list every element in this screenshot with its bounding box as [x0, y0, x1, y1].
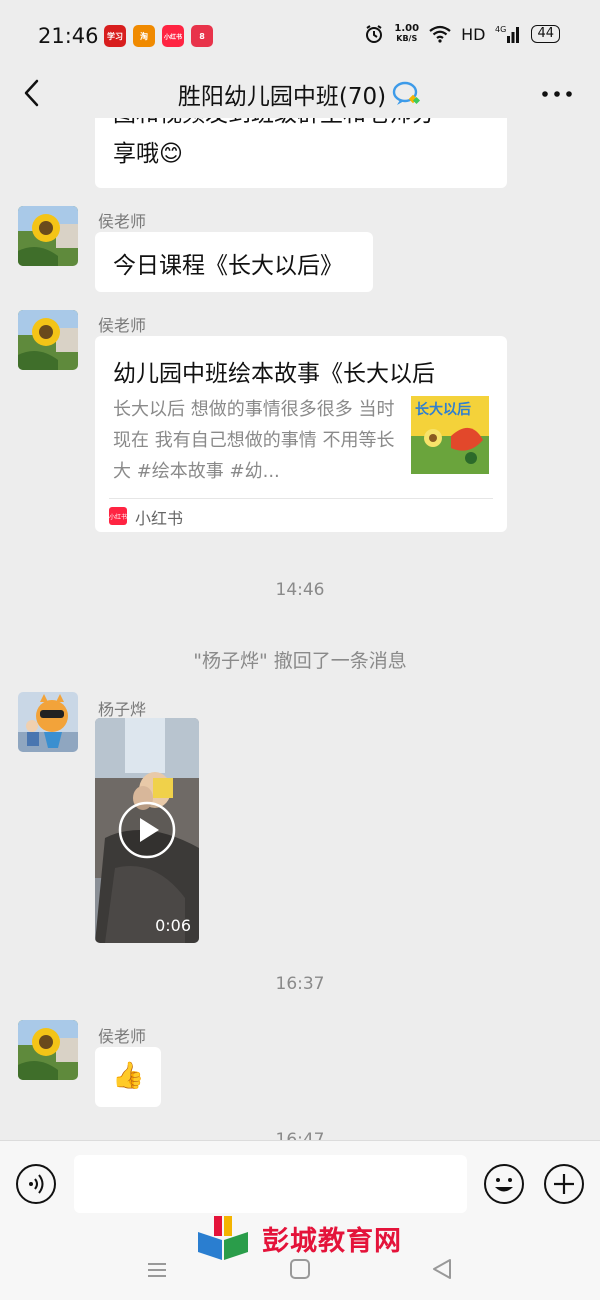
chat-title: 胜阳幼儿园中班(70) — [177, 84, 387, 110]
timestamp: 14:46 — [275, 580, 325, 600]
video-duration: 0:06 — [155, 916, 191, 935]
system-nav-bar — [0, 1249, 600, 1299]
hd-label: HD — [461, 24, 486, 44]
sender-name: 侯老师 — [98, 212, 147, 231]
play-icon[interactable] — [117, 800, 177, 860]
status-time: 21:46 — [38, 24, 99, 48]
message-text: 图和视频发到班级群里和老师分 — [113, 118, 435, 134]
svg-text:4G: 4G — [495, 25, 506, 34]
card-thumbnail: 长大以后 — [411, 396, 489, 474]
card-source: 小红书 — [135, 509, 184, 528]
emoji-button[interactable] — [484, 1164, 524, 1204]
xiaohongshu-app-icon: 小红书 — [162, 25, 184, 47]
alarm-icon — [366, 25, 383, 43]
avatar-sunflower[interactable] — [18, 310, 78, 370]
wifi-icon — [429, 25, 451, 43]
timestamp: 16:37 — [275, 974, 325, 994]
avatar-sunflower[interactable] — [18, 1020, 78, 1080]
notification-icons: 学习 淘 小红书 8 — [104, 25, 213, 47]
sender-name: 侯老师 — [98, 316, 147, 335]
message-text: 享哦😊 — [113, 141, 183, 167]
input-bar: 彭城教育网 — [0, 1140, 600, 1300]
message-input[interactable] — [74, 1155, 467, 1213]
message-text: 今日课程《长大以后》 — [113, 253, 343, 279]
battery-indicator: 44 — [531, 25, 560, 43]
status-indicators: 1.00 KB/S HD 4G 44 — [364, 24, 560, 44]
video-message[interactable]: 0:06 — [95, 718, 199, 943]
message-bubble[interactable]: 今日课程《长大以后》 — [95, 232, 373, 292]
thumbs-up-emoji: 👍 — [112, 1061, 145, 1091]
chat-title-container: 胜阳幼儿园中班(70) — [0, 77, 600, 111]
avatar-cartoon-cat[interactable] — [18, 692, 78, 752]
voice-icon — [29, 1174, 44, 1194]
xuexi-app-icon: 学习 — [104, 25, 126, 47]
emoji-icon — [495, 1178, 513, 1192]
card-description: 长大以后 想做的事情很多很多 当时现在 我有自己想做的事情 不用等长大 #绘本故… — [113, 399, 395, 482]
timestamp: 16:47 — [275, 1130, 325, 1140]
chat-messages[interactable]: 图和视频发到班级群里和老师分 享哦😊 侯老师 今日课程《长大以后》 — [0, 118, 600, 1140]
more-actions-button[interactable] — [544, 1164, 584, 1204]
status-bar: 21:46 学习 淘 小红书 8 1.00 KB/S HD 4G 44 — [0, 0, 600, 70]
taobao-app-icon: 淘 — [133, 25, 155, 47]
network-speed: 1.00 KB/S — [394, 23, 420, 44]
more-options-icon[interactable] — [540, 82, 574, 106]
chat-header: 胜阳幼儿园中班(70) — [0, 70, 600, 118]
plus-icon — [554, 1174, 574, 1194]
message-bubble-partial[interactable]: 图和视频发到班级群里和老师分 享哦😊 — [95, 118, 507, 188]
card-divider — [109, 498, 493, 499]
xiaohongshu-logo-icon: 小红书 — [109, 507, 127, 525]
home-nav-icon[interactable] — [289, 1258, 311, 1280]
link-card[interactable]: 幼儿园中班绘本故事《长大以后 长大以后 想做的事情很多很多 当时现在 我有自己想… — [95, 336, 507, 532]
message-bubble[interactable]: 👍 — [95, 1047, 161, 1107]
sender-name: 侯老师 — [98, 1027, 147, 1046]
avatar-sunflower[interactable] — [18, 206, 78, 266]
app-icon: 8 — [191, 25, 213, 47]
card-title: 幼儿园中班绘本故事《长大以后 — [113, 361, 435, 387]
sender-name: 杨子烨 — [98, 700, 147, 719]
signal-icon: 4G — [495, 25, 520, 43]
back-nav-icon[interactable] — [430, 1258, 454, 1280]
voice-input-button[interactable] — [16, 1164, 56, 1204]
recall-notice: "杨子烨" 撤回了一条消息 — [193, 650, 407, 672]
wechat-work-icon — [392, 81, 421, 105]
menu-nav-icon[interactable] — [146, 1259, 168, 1281]
